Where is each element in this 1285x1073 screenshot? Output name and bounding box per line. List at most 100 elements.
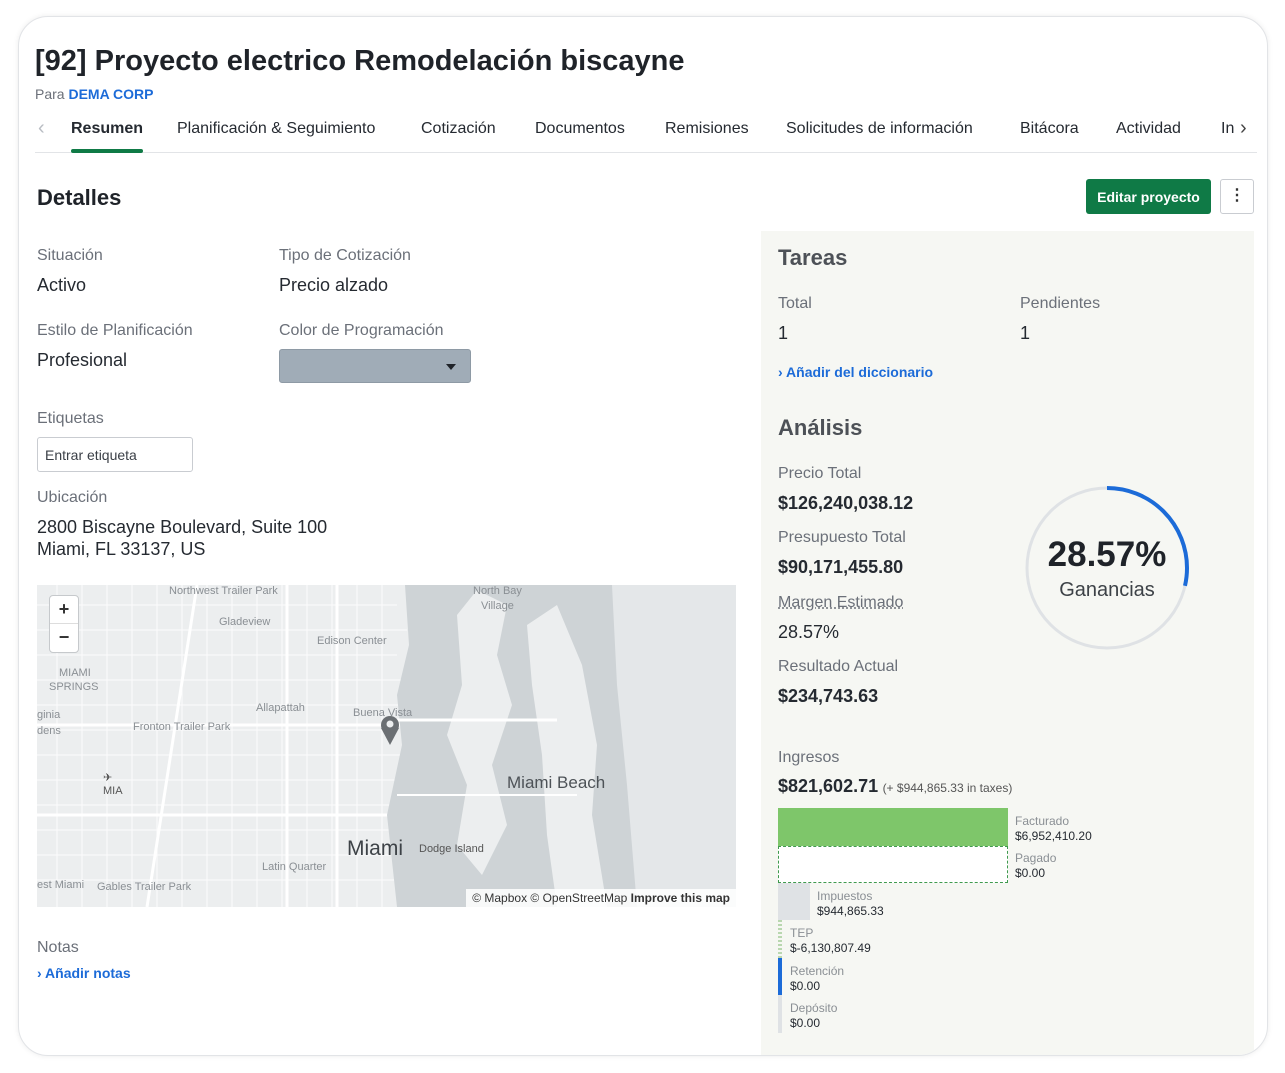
more-options-button[interactable]: ⋮ bbox=[1220, 179, 1254, 214]
zoom-in-button[interactable]: + bbox=[50, 596, 78, 624]
income-value: $821,602.71 bbox=[778, 776, 879, 796]
schedule-color-select[interactable] bbox=[279, 349, 471, 383]
map-label: Buena Vista bbox=[353, 707, 413, 719]
map-label: Dodge Island bbox=[419, 843, 484, 855]
income-total: $821,602.71 (+ $944,865.33 in taxes) bbox=[778, 776, 1012, 797]
planning-style-label: Estilo de Planificación bbox=[37, 322, 193, 339]
map-label: dens bbox=[37, 725, 61, 737]
add-notes-link[interactable]: › Añadir notas bbox=[37, 965, 131, 981]
client-link[interactable]: DEMA CORP bbox=[68, 86, 153, 102]
paid-bar bbox=[778, 846, 1008, 883]
gauge-percentage: 28.57% bbox=[1047, 535, 1167, 574]
schedule-color-label: Color de Programación bbox=[279, 322, 444, 339]
actual-result-label: Resultado Actual bbox=[778, 658, 899, 675]
deposit-label: Depósito bbox=[790, 1001, 838, 1015]
retention-label: Retención bbox=[790, 964, 845, 978]
edit-project-button[interactable]: Editar proyecto bbox=[1086, 179, 1211, 214]
chevron-left-icon[interactable]: ‹ bbox=[38, 117, 45, 140]
income-taxes-note: (+ $944,865.33 in taxes) bbox=[882, 781, 1013, 795]
client-line: Para DEMA CORP bbox=[35, 86, 154, 102]
location-map[interactable]: + − Northwest Trailer Park North Bay Vil… bbox=[37, 585, 736, 907]
tab-remisiones[interactable]: Remisiones bbox=[665, 120, 749, 138]
status-label: Situación bbox=[37, 247, 103, 264]
invoiced-value: $6,952,410.20 bbox=[1015, 829, 1092, 843]
tab-documentos[interactable]: Documentos bbox=[535, 120, 625, 138]
map-label: Gladeview bbox=[219, 616, 271, 628]
tab-resumen[interactable]: Resumen bbox=[71, 120, 143, 138]
map-label: Miami bbox=[347, 837, 403, 860]
map-zoom-control: + − bbox=[49, 595, 79, 653]
taxes-bar bbox=[778, 883, 810, 920]
tab-more[interactable]: In bbox=[1221, 120, 1235, 138]
tag-input[interactable] bbox=[37, 437, 193, 472]
quote-type-label: Tipo de Cotización bbox=[279, 247, 411, 264]
tep-label: TEP bbox=[790, 926, 814, 940]
tasks-total-value: 1 bbox=[778, 323, 789, 343]
taxes-label: Impuestos bbox=[817, 889, 873, 903]
tab-bar: ‹ Resumen Planificación & Seguimiento Co… bbox=[35, 113, 1257, 153]
tab-bitacora[interactable]: Bitácora bbox=[1020, 120, 1079, 138]
deposit-value: $0.00 bbox=[790, 1016, 821, 1030]
map-attribution: © Mapbox © OpenStreetMap Improve this ma… bbox=[466, 889, 736, 907]
for-prefix: Para bbox=[35, 86, 65, 102]
invoiced-bar bbox=[778, 808, 1008, 846]
total-budget-label: Presupuesto Total bbox=[778, 529, 906, 546]
taxes-value: $944,865.33 bbox=[817, 904, 884, 918]
analysis-heading: Análisis bbox=[778, 415, 863, 440]
airport-icon: ✈ bbox=[103, 772, 113, 784]
quote-type-value: Precio alzado bbox=[279, 275, 389, 295]
map-label: North Bay bbox=[473, 585, 522, 597]
map-label: Latin Quarter bbox=[262, 861, 327, 873]
tep-bar bbox=[778, 920, 782, 958]
total-price-label: Precio Total bbox=[778, 465, 862, 482]
actual-result-value: $234,743.63 bbox=[778, 686, 879, 706]
address-line-1: 2800 Biscayne Boulevard, Suite 100 bbox=[37, 517, 328, 537]
tasks-pending-value: 1 bbox=[1020, 323, 1031, 343]
map-label: MIAMI bbox=[59, 667, 91, 679]
notes-label: Notas bbox=[37, 939, 79, 956]
tab-cotizacion[interactable]: Cotización bbox=[421, 120, 496, 138]
map-label: est Miami bbox=[37, 879, 85, 891]
details-heading: Detalles bbox=[37, 185, 122, 210]
map-label: Edison Center bbox=[317, 635, 387, 647]
map-label: Village bbox=[481, 600, 514, 612]
location-label: Ubicación bbox=[37, 489, 108, 506]
address-line-2: Miami, FL 33137, US bbox=[37, 539, 206, 559]
map-label: Miami Beach bbox=[507, 773, 606, 792]
caret-down-icon bbox=[446, 364, 456, 370]
tab-actividad[interactable]: Actividad bbox=[1116, 120, 1181, 138]
chevron-right-icon[interactable]: › bbox=[1240, 117, 1247, 140]
zoom-out-button[interactable]: − bbox=[50, 624, 78, 652]
map-label: SPRINGS bbox=[49, 681, 99, 693]
map-label: Northwest Trailer Park bbox=[169, 585, 278, 597]
paid-value: $0.00 bbox=[1015, 866, 1046, 880]
map-label: Fronton Trailer Park bbox=[133, 721, 231, 733]
active-tab-indicator bbox=[71, 149, 143, 153]
status-value: Activo bbox=[37, 275, 87, 295]
margin-label[interactable]: Margen Estimado bbox=[778, 594, 903, 612]
tep-value: $-6,130,807.49 bbox=[790, 941, 871, 955]
map-label: MIA bbox=[103, 785, 123, 797]
map-label: Gables Trailer Park bbox=[97, 881, 192, 893]
improve-map-link[interactable]: Improve this map bbox=[631, 891, 730, 905]
retention-value: $0.00 bbox=[790, 979, 821, 993]
add-from-dictionary-link[interactable]: › Añadir del diccionario bbox=[778, 364, 933, 380]
margin-value: 28.57% bbox=[778, 622, 840, 642]
add-notes-label: Añadir notas bbox=[45, 965, 131, 981]
chevron-right-icon: › bbox=[778, 364, 783, 380]
retention-bar bbox=[778, 958, 782, 995]
tab-solicitudes[interactable]: Solicitudes de información bbox=[786, 120, 973, 138]
tags-label: Etiquetas bbox=[37, 410, 104, 427]
chevron-right-icon: › bbox=[37, 965, 42, 981]
tasks-total-label: Total bbox=[778, 295, 812, 312]
total-budget-value: $90,171,455.80 bbox=[778, 557, 904, 577]
invoiced-label: Facturado bbox=[1015, 814, 1070, 828]
attribution-text[interactable]: © Mapbox © OpenStreetMap bbox=[472, 891, 627, 905]
deposit-bar bbox=[778, 995, 782, 1033]
total-price-value: $126,240,038.12 bbox=[778, 493, 914, 513]
income-label: Ingresos bbox=[778, 749, 840, 766]
tab-planificacion[interactable]: Planificación & Seguimiento bbox=[177, 120, 375, 138]
map-label: ginia bbox=[37, 709, 61, 721]
add-from-dictionary-label: Añadir del diccionario bbox=[786, 364, 934, 380]
planning-style-value: Profesional bbox=[37, 350, 128, 370]
